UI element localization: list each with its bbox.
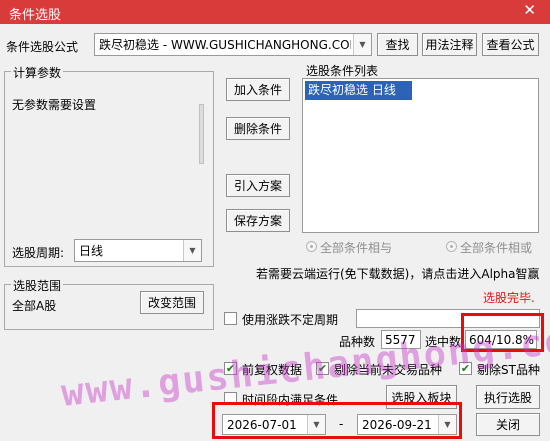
delete-condition-button[interactable]: 删除条件 — [226, 117, 290, 140]
period-label: 选股周期: — [12, 246, 65, 260]
radio-or-label: 全部条件相或 — [460, 241, 533, 255]
view-formula-button[interactable]: 查看公式 — [482, 33, 539, 56]
params-scrollbar[interactable] — [199, 104, 204, 164]
chevron-down-icon[interactable]: ▼ — [183, 240, 201, 261]
radio-and-label: 全部条件相与 — [320, 241, 393, 255]
formula-label: 条件选股公式 — [6, 40, 79, 54]
close-icon[interactable]: ✕ — [523, 1, 536, 19]
params-text: 无参数需要设置 — [12, 98, 97, 112]
find-button[interactable]: 查找 — [377, 33, 418, 56]
cloud-note[interactable]: 若需要云端运行(免下载数据)，请点击进入Alpha智赢 — [256, 265, 539, 282]
params-group-title: 计算参数 — [11, 64, 64, 81]
import-plan-button[interactable]: 引入方案 — [226, 174, 290, 197]
date-range-highlight — [212, 402, 462, 439]
status-text: 选股完毕. — [483, 291, 535, 305]
radio-and[interactable] — [306, 241, 317, 252]
window-title: 条件选股 — [9, 8, 62, 23]
radio-or[interactable] — [446, 241, 457, 252]
range-group-title: 选股范围 — [11, 277, 64, 294]
close-button[interactable]: 关闭 — [476, 413, 540, 436]
change-range-button[interactable]: 改变范围 — [140, 291, 204, 314]
add-condition-button[interactable]: 加入条件 — [226, 78, 290, 101]
execute-button[interactable]: 执行选股 — [476, 385, 540, 409]
uncertain-period-checkbox[interactable] — [224, 312, 237, 325]
list-item[interactable]: 跌尽初稳选 日线 — [305, 81, 412, 100]
uncertain-period-label: 使用涨跌不定周期 — [242, 313, 339, 327]
chevron-down-icon[interactable]: ▼ — [353, 34, 371, 55]
period-select-value: 日线 — [79, 244, 104, 258]
conditions-list[interactable]: 跌尽初稳选 日线 — [302, 78, 539, 233]
title-bar: 条件选股 ✕ — [0, 0, 550, 24]
conditions-title: 选股条件列表 — [306, 64, 379, 78]
usage-button[interactable]: 用法注释 — [422, 33, 477, 56]
range-text: 全部A股 — [12, 299, 57, 313]
save-plan-button[interactable]: 保存方案 — [226, 209, 290, 232]
period-select[interactable]: 日线 ▼ — [74, 239, 202, 262]
formula-select[interactable]: 跌尽初稳选 - WWW.GUSHICHANGHONG.COM ▼ — [94, 33, 372, 56]
formula-select-value: 跌尽初稳选 - WWW.GUSHICHANGHONG.COM — [99, 38, 351, 52]
